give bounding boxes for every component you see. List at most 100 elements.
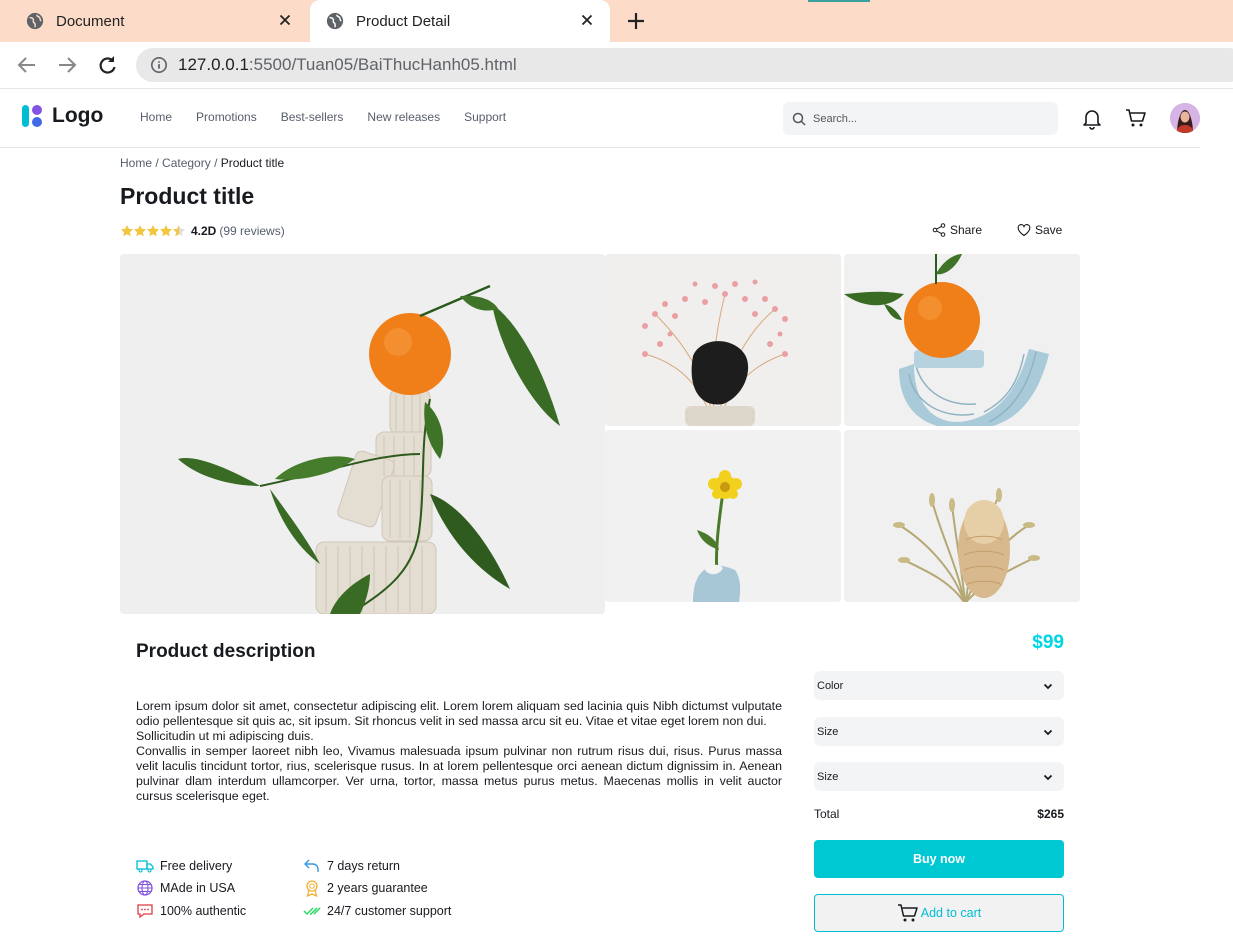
- browser-tab-product-detail[interactable]: Product Detail: [310, 0, 610, 42]
- buy-now-button[interactable]: Buy now: [814, 840, 1064, 878]
- yellow-flower-image: [605, 430, 841, 602]
- order-total: Total $265: [814, 807, 1064, 821]
- product-thumbnail[interactable]: [605, 430, 841, 602]
- star-half-icon: [173, 225, 185, 237]
- select-label: Color: [817, 679, 844, 692]
- feature-label: 2 years guarantee: [327, 881, 428, 895]
- star-full-icon: [134, 225, 146, 237]
- select-label: Size: [817, 725, 839, 738]
- size-select[interactable]: Size: [814, 762, 1064, 791]
- nav-best-sellers[interactable]: Best-sellers: [281, 110, 344, 124]
- tab-title: Document: [56, 12, 125, 30]
- back-arrow-icon[interactable]: [16, 54, 38, 76]
- add-to-cart-button[interactable]: Add to cart: [814, 894, 1064, 932]
- url-host: 127.0.0.1: [178, 55, 249, 74]
- breadcrumb-current: Product title: [220, 156, 285, 170]
- search-icon: [792, 112, 806, 126]
- address-bar[interactable]: 127.0.0.1:5500/Tuan05/BaiThucHanh05.html: [136, 48, 1233, 82]
- feature-authentic: 100% authentic: [136, 902, 246, 920]
- star-full-icon: [147, 225, 159, 237]
- product-thumbnail[interactable]: [844, 254, 1080, 426]
- product-thumbnail[interactable]: [605, 254, 841, 426]
- avatar[interactable]: [1170, 103, 1200, 133]
- nav-promotions[interactable]: Promotions: [196, 110, 257, 124]
- star-full-icon: [121, 225, 133, 237]
- orange-on-blue-knit-image: [844, 254, 1080, 426]
- globe-icon: [137, 880, 153, 896]
- browser-tab-document[interactable]: Document: [0, 0, 308, 42]
- review-count[interactable]: (99 reviews): [219, 224, 284, 238]
- chat-icon: [137, 904, 153, 919]
- nav-new-releases[interactable]: New releases: [367, 110, 440, 124]
- dried-flowers-image: [605, 254, 841, 426]
- bell-icon[interactable]: [1080, 106, 1104, 130]
- site-header: Logo Home Promotions Best-sellers New re…: [0, 89, 1200, 148]
- star-rating: [120, 224, 185, 238]
- share-icon: [932, 223, 946, 237]
- total-amount: $265: [1037, 807, 1064, 821]
- avatar-portrait: [1170, 103, 1200, 133]
- description-paragraph: Lorem ipsum dolor sit amet, consectetur …: [136, 699, 782, 728]
- page-title: Product title: [120, 183, 255, 209]
- feature-label: 24/7 customer support: [327, 904, 452, 918]
- globe-icon: [326, 12, 344, 30]
- return-arrow-icon: [304, 859, 319, 872]
- close-tab-icon[interactable]: [578, 11, 596, 29]
- feature-support: 24/7 customer support: [303, 902, 451, 920]
- total-label: Total: [814, 807, 840, 821]
- url-path: :5500/Tuan05/BaiThucHanh05.html: [248, 55, 517, 74]
- breadcrumb-separator: /: [152, 156, 163, 170]
- breadcrumb-separator: /: [210, 156, 221, 170]
- breadcrumb: Home / Category / Product title: [120, 156, 284, 170]
- product-price: $99: [1032, 632, 1064, 653]
- logo-text: Logo: [52, 104, 104, 127]
- size-select[interactable]: Size: [814, 717, 1064, 746]
- share-button[interactable]: Share: [932, 223, 982, 237]
- rating-score: 4.2D: [191, 224, 217, 238]
- add-to-cart-label: Add to cart: [920, 906, 982, 920]
- color-select[interactable]: Color: [814, 671, 1064, 700]
- feature-label: Free delivery: [160, 859, 233, 873]
- browser-toolbar: 127.0.0.1:5500/Tuan05/BaiThucHanh05.html: [0, 42, 1233, 89]
- cart-icon: [897, 904, 918, 922]
- heart-icon: [1017, 224, 1031, 237]
- new-tab-icon[interactable]: [626, 11, 646, 31]
- share-label: Share: [950, 223, 983, 237]
- reload-icon[interactable]: [96, 54, 118, 76]
- nav-support[interactable]: Support: [464, 110, 506, 124]
- chevron-down-icon: [1043, 683, 1053, 689]
- save-label: Save: [1035, 223, 1063, 237]
- forward-arrow-icon[interactable]: [56, 54, 78, 76]
- description-heading: Product description: [136, 641, 316, 662]
- feature-return: 7 days return: [303, 857, 400, 875]
- feature-label: 100% authentic: [160, 904, 247, 918]
- description-body: Lorem ipsum dolor sit amet, consectetur …: [136, 699, 782, 804]
- tab-strip-accent: [808, 0, 870, 2]
- breadcrumb-home[interactable]: Home: [120, 156, 152, 170]
- feature-free-delivery: Free delivery: [136, 857, 232, 875]
- globe-icon: [26, 12, 44, 30]
- product-main-image[interactable]: [120, 254, 605, 614]
- cart-icon[interactable]: [1124, 106, 1148, 130]
- feature-label: MAde in USA: [160, 881, 236, 895]
- product-thumbnail[interactable]: [844, 430, 1080, 602]
- award-icon: [306, 880, 318, 897]
- site-logo[interactable]: Logo: [20, 103, 103, 129]
- tab-title: Product Detail: [356, 12, 451, 30]
- description-paragraph: Convallis in semper laoreet nibh leo, Vi…: [136, 744, 782, 803]
- logo-mark-icon: [22, 105, 42, 127]
- feature-label: 7 days return: [327, 859, 400, 873]
- truck-icon: [136, 860, 154, 873]
- star-full-icon: [160, 225, 172, 237]
- close-tab-icon[interactable]: [276, 11, 294, 29]
- breadcrumb-category[interactable]: Category: [162, 156, 211, 170]
- orange-sculpture-image: [120, 254, 605, 614]
- main-nav: Home Promotions Best-sellers New release…: [140, 110, 530, 124]
- browser-tab-strip: Document Product Detail: [0, 0, 1233, 42]
- double-check-icon: [303, 907, 321, 915]
- site-info-icon[interactable]: [150, 56, 168, 74]
- nav-home[interactable]: Home: [140, 110, 172, 124]
- save-button[interactable]: Save: [1017, 223, 1062, 237]
- banksia-image: [844, 430, 1080, 602]
- search-input[interactable]: [813, 112, 1043, 125]
